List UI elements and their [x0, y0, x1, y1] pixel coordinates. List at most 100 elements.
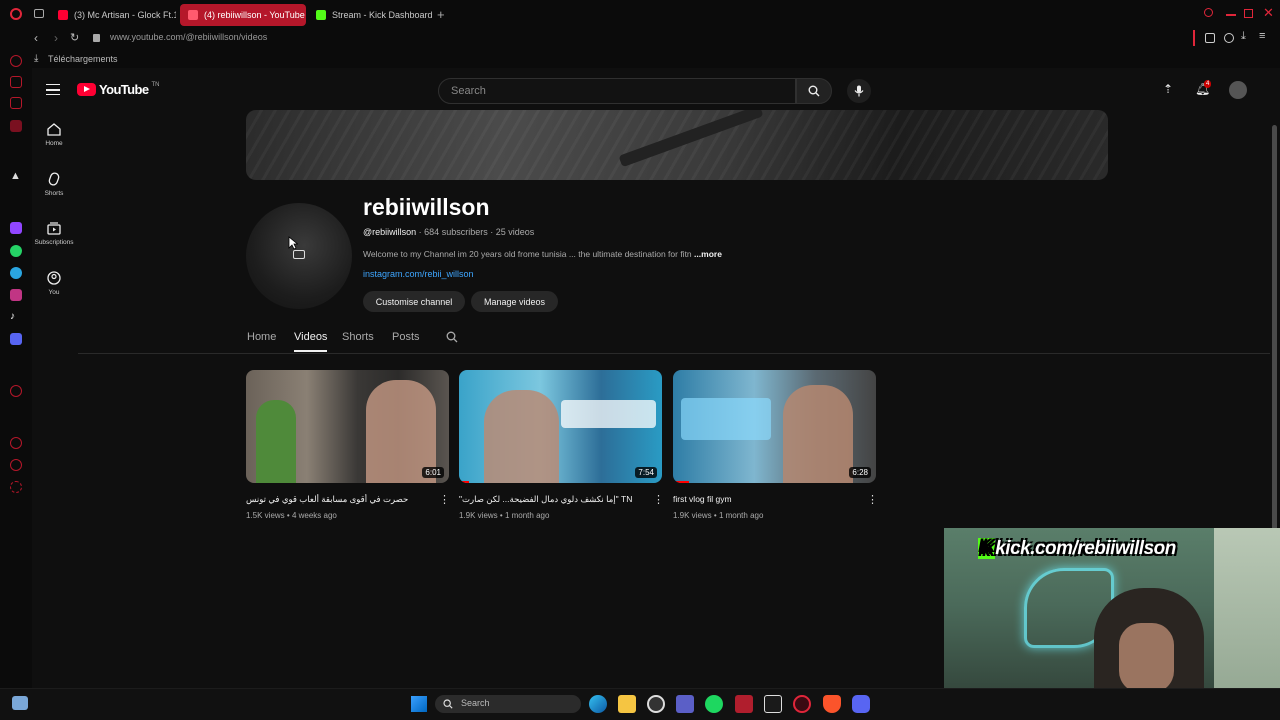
scrollbar-thumb[interactable] — [1272, 125, 1277, 530]
camera-icon[interactable] — [293, 250, 305, 259]
maximize-icon[interactable] — [1244, 9, 1253, 18]
teams-icon[interactable] — [676, 695, 694, 713]
sidebar-accent-bar — [1193, 30, 1195, 46]
discord-taskbar-icon[interactable] — [852, 695, 870, 713]
more-options-icon[interactable]: ⋮ — [867, 494, 878, 506]
hamburger-middle-line — [46, 89, 60, 91]
reload-icon[interactable]: ↻ — [70, 31, 79, 44]
new-tab-icon[interactable]: + — [437, 7, 445, 22]
you-icon — [47, 271, 61, 285]
guide-item-you[interactable]: You — [32, 271, 76, 296]
instagram-icon[interactable] — [10, 289, 22, 301]
upload-icon[interactable]: ⇡ — [1163, 82, 1173, 96]
search-input[interactable]: Search — [438, 78, 796, 104]
tab-posts[interactable]: Posts — [392, 331, 420, 343]
video-age: 4 weeks ago — [291, 511, 337, 520]
browser-tab-bar: (3) Mc Artisan - Glock Ft.1 (4) rebiiwil… — [0, 0, 1280, 28]
more-options-icon[interactable]: ⋮ — [653, 494, 664, 506]
video-editor-icon[interactable] — [735, 695, 753, 713]
player-icon[interactable] — [10, 97, 22, 109]
channel-avatar[interactable] — [246, 203, 352, 309]
channel-search-icon[interactable] — [446, 331, 458, 343]
tabs-divider — [78, 353, 1270, 354]
guide-item-home[interactable]: Home — [32, 123, 76, 147]
flow-icon[interactable] — [10, 459, 22, 471]
subscriber-count: 684 subscribers — [424, 227, 488, 237]
close-window-icon[interactable]: ✕ — [1263, 5, 1274, 21]
tab-label: (3) Mc Artisan - Glock Ft.1 — [74, 10, 176, 20]
tab-rebiiwillson-youtube[interactable]: (4) rebiiwillson - YouTube — [180, 4, 306, 26]
arrow-app-icon[interactable]: ▲ — [10, 170, 22, 182]
brave-icon[interactable] — [823, 695, 841, 713]
guide-item-subscriptions[interactable]: Subscriptions — [32, 222, 76, 246]
opera-logo-icon[interactable] — [10, 8, 22, 20]
settings-icon[interactable] — [10, 481, 22, 493]
channel-external-link[interactable]: instagram.com/rebii_willson — [363, 269, 474, 279]
tab-home[interactable]: Home — [247, 331, 276, 343]
tab-workspace-icon[interactable] — [34, 9, 44, 18]
spotify-icon[interactable] — [705, 695, 723, 713]
guide-label: You — [48, 289, 60, 296]
video-thumbnail[interactable]: 6:01 — [246, 370, 449, 483]
tab-mc-artisan[interactable]: (3) Mc Artisan - Glock Ft.1 — [50, 4, 176, 26]
telegram-icon[interactable] — [10, 267, 22, 279]
description-more-link[interactable]: ...more — [694, 249, 722, 259]
video-count: 25 videos — [495, 227, 535, 237]
video-title[interactable]: first vlog fil gym — [673, 494, 853, 504]
guide-item-shorts[interactable]: Shorts — [32, 172, 76, 197]
video-title[interactable]: "إما نكشف دلوي دمال الفضيحة... لكن صارت"… — [459, 494, 639, 505]
m-app-icon[interactable] — [10, 120, 22, 132]
forward-icon[interactable]: › — [54, 31, 58, 45]
subscriptions-icon — [47, 222, 61, 235]
kick-favicon-icon — [316, 10, 326, 20]
minimize-icon[interactable] — [1226, 14, 1236, 16]
start-button[interactable] — [411, 696, 427, 712]
url-field[interactable]: www.youtube.com/@rebiiwillson/videos — [110, 32, 267, 42]
youtube-play-icon — [77, 83, 96, 96]
tab-kick-dashboard[interactable]: Stream - Kick Dashboard — [308, 4, 434, 26]
extensions-icon[interactable] — [1205, 33, 1215, 43]
more-options-icon[interactable]: ⋮ — [439, 494, 450, 506]
channel-description[interactable]: Welcome to my Channel im 20 years old fr… — [363, 249, 722, 259]
clock-icon[interactable] — [10, 437, 22, 449]
channel-meta: @rebiiwillson · 684 subscribers · 25 vid… — [363, 227, 534, 237]
tab-videos[interactable]: Videos — [294, 331, 327, 343]
aria-icon[interactable] — [10, 55, 22, 67]
thumbnail-caption — [561, 400, 656, 428]
back-icon[interactable]: ‹ — [34, 31, 38, 45]
whatsapp-icon[interactable] — [10, 245, 22, 257]
search-tabs-icon[interactable] — [1204, 8, 1213, 17]
voice-search-button[interactable] — [847, 79, 871, 103]
edge-icon[interactable] — [589, 695, 607, 713]
video-thumbnail[interactable]: 7:54 — [459, 370, 662, 483]
tab-shorts[interactable]: Shorts — [342, 331, 374, 343]
video-thumbnail[interactable]: 6:28 — [673, 370, 876, 483]
search-button[interactable] — [796, 78, 832, 104]
profile-sync-icon[interactable] — [1224, 33, 1234, 43]
discord-icon[interactable] — [10, 333, 22, 345]
watch-progress-bar — [459, 481, 470, 483]
manage-videos-button[interactable]: Manage videos — [471, 291, 558, 312]
video-views: 1.9K views — [673, 511, 712, 520]
file-explorer-icon[interactable] — [618, 695, 636, 713]
youtube-logo[interactable]: YouTube TN — [77, 82, 159, 97]
youtube-favicon-icon — [58, 10, 68, 20]
menu-icon[interactable]: ≡ — [1259, 30, 1265, 42]
video-title[interactable]: حصرت في أقوى مسابقة ألعاب قوي في تونس — [246, 494, 426, 505]
obs-icon[interactable] — [647, 695, 665, 713]
customise-channel-button[interactable]: Customise channel — [363, 291, 465, 312]
downloads-label[interactable]: Téléchargements — [48, 54, 118, 64]
twitch-icon[interactable] — [10, 222, 22, 234]
tiktok-icon[interactable]: ♪ — [10, 311, 22, 323]
capcut-icon[interactable] — [764, 695, 782, 713]
taskbar-search[interactable]: Search — [435, 695, 581, 713]
account-avatar[interactable] — [1229, 81, 1247, 99]
history-icon[interactable] — [10, 385, 22, 397]
download-icon[interactable]: ⤓ — [1241, 30, 1246, 43]
shopping-icon[interactable] — [10, 76, 22, 88]
channel-handle: @rebiiwillson — [363, 227, 417, 237]
video-views: 1.9K views — [459, 511, 498, 520]
opera-gx-icon[interactable] — [793, 695, 811, 713]
video-views: 1.5K views — [246, 511, 285, 520]
widgets-icon[interactable] — [12, 696, 28, 710]
